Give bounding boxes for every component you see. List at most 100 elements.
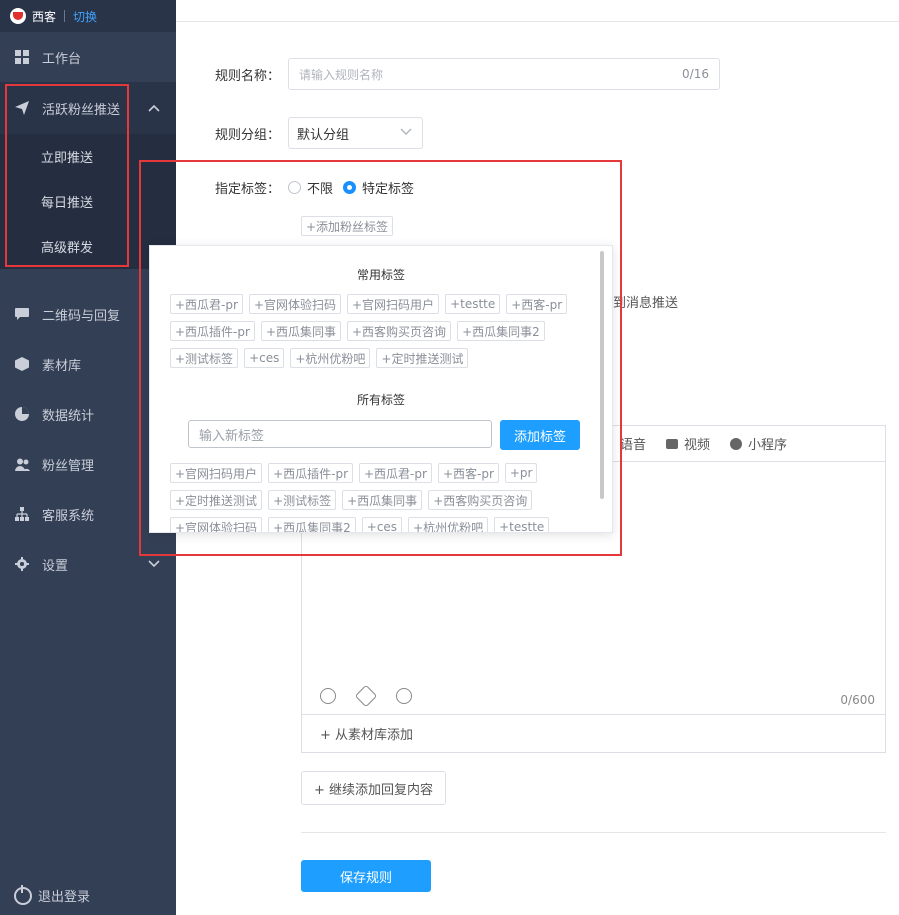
tool-mini-program[interactable]: 小程序 xyxy=(730,434,787,453)
tag-option[interactable]: +官网体验扫码 xyxy=(170,517,263,532)
logout-label: 退出登录 xyxy=(38,890,91,905)
tag-option[interactable]: +西瓜集同事2 xyxy=(268,517,356,532)
tag-option[interactable]: +定时推送测试 xyxy=(376,348,469,368)
tag-option[interactable]: +testte xyxy=(445,294,501,314)
form-divider xyxy=(301,832,886,833)
rule-name-label: 规则名称： xyxy=(214,68,280,84)
sidebar-item-label: 数据统计 xyxy=(42,408,95,424)
pie-chart-icon xyxy=(14,406,30,422)
continue-add-label: + 继续添加回复内容 xyxy=(313,782,434,798)
tag-option[interactable]: +ces xyxy=(361,517,403,532)
tool-video-label: 视频 xyxy=(684,438,711,453)
sidebar-item-label: 素材库 xyxy=(42,358,82,374)
add-tag-button[interactable]: 添加标签 xyxy=(500,420,580,450)
sidebar-item-settings[interactable]: 设置 xyxy=(0,539,176,589)
rule-name-input[interactable]: 请输入规则名称 0/16 xyxy=(288,58,720,90)
mini-link-icon[interactable] xyxy=(396,688,412,704)
rule-name-placeholder: 请输入规则名称 xyxy=(299,67,384,82)
header-divider xyxy=(176,21,899,22)
send-icon xyxy=(14,100,30,116)
chevron-down-icon xyxy=(148,557,160,571)
radio-specific-tag[interactable]: 特定标签 xyxy=(343,178,414,197)
add-from-library-label: + 从素材库添加 xyxy=(320,728,414,743)
tag-option[interactable]: +西客购买页咨询 xyxy=(347,321,452,341)
popover-scrollbar[interactable] xyxy=(600,251,604,499)
tag-option[interactable]: +ces xyxy=(244,348,285,368)
sitemap-icon xyxy=(14,506,30,522)
brand-separator xyxy=(64,10,66,22)
gear-icon xyxy=(14,556,30,572)
tag-option[interactable]: +杭州优粉吧 xyxy=(408,517,489,532)
tag-option[interactable]: +西客购买页咨询 xyxy=(428,490,533,510)
tag-picker-popover: 常用标签 +西瓜君-pr +官网体验扫码 +官网扫码用户 +testte +西客-pr +… xyxy=(149,245,613,533)
common-tags-title: 常用标签 xyxy=(356,268,405,282)
char-counter: 0/600 xyxy=(840,693,875,707)
chevron-up-icon xyxy=(148,101,160,115)
tag-option[interactable]: +西客-pr xyxy=(506,294,568,314)
tag-option[interactable]: +西瓜集同事2 xyxy=(457,321,545,341)
cube-icon xyxy=(14,356,30,372)
radio-unlimited[interactable]: 不限 xyxy=(288,178,333,197)
tag-option[interactable]: +官网扫码用户 xyxy=(347,294,440,314)
tag-option[interactable]: +定时推送测试 xyxy=(170,490,263,510)
rule-group-value: 默认分组 xyxy=(297,127,350,143)
mini-program-icon xyxy=(730,437,743,450)
tag-option[interactable]: +testte xyxy=(494,517,550,532)
tool-voice[interactable]: 语音 xyxy=(620,434,646,453)
tag-option[interactable]: +西瓜插件-pr xyxy=(170,321,255,341)
tag-row: 指定标签： 不限 特定标签 xyxy=(200,178,424,197)
tag-option[interactable]: +西瓜插件-pr xyxy=(268,463,353,483)
tag-option[interactable]: +pr xyxy=(504,463,538,483)
tag-option[interactable]: +官网体验扫码 xyxy=(248,294,341,314)
radio-label: 特定标签 xyxy=(362,182,415,197)
radio-circle-checked xyxy=(343,181,357,194)
tag-option[interactable]: +测试标签 xyxy=(268,490,337,510)
tag-option[interactable]: +西瓜集同事 xyxy=(342,490,423,510)
tag-option[interactable]: +西瓜君-pr xyxy=(170,294,243,314)
radio-label: 不限 xyxy=(307,182,334,197)
sidebar-subitem-instant-push[interactable]: 立即推送 xyxy=(0,134,176,179)
tool-mini-label: 小程序 xyxy=(748,438,788,453)
sidebar-item-label: 活跃粉丝推送 xyxy=(42,102,121,118)
editor-icon-row xyxy=(320,684,434,708)
tag-option[interactable]: +西客-pr xyxy=(437,463,499,483)
radio-circle xyxy=(288,181,301,194)
save-rule-button[interactable]: 保存规则 xyxy=(301,860,431,892)
tag-option[interactable]: +杭州优粉吧 xyxy=(290,348,371,368)
sidebar-item-label: 客服系统 xyxy=(42,508,95,524)
power-icon xyxy=(14,884,32,905)
tag-option[interactable]: +测试标签 xyxy=(170,348,239,368)
new-tag-input[interactable]: 输入新标签 xyxy=(188,420,492,448)
sidebar-item-workbench[interactable]: 工作台 xyxy=(0,32,176,82)
sidebar-item-label: 工作台 xyxy=(42,51,82,67)
sidebar-item-label: 二维码与回复 xyxy=(42,308,121,324)
continue-add-reply-button[interactable]: + 继续添加回复内容 xyxy=(301,771,446,805)
brand-logo-icon xyxy=(10,8,26,24)
rule-group-label: 规则分组： xyxy=(214,127,280,143)
emoji-icon[interactable] xyxy=(320,688,336,704)
grid-icon xyxy=(14,49,30,65)
rule-name-row: 规则名称： 请输入规则名称 0/16 xyxy=(200,58,720,90)
rule-name-counter: 0/16 xyxy=(682,67,709,81)
brand-name: 西客 xyxy=(32,9,57,24)
tag-option[interactable]: +西瓜集同事 xyxy=(260,321,341,341)
logout-button[interactable]: 退出登录 xyxy=(14,884,91,905)
tag-option[interactable]: +西瓜君-pr xyxy=(359,463,432,483)
tool-voice-label: 语音 xyxy=(620,438,647,453)
video-icon xyxy=(666,438,679,449)
users-icon xyxy=(14,456,30,472)
rule-group-select[interactable]: 默认分组 xyxy=(288,117,423,149)
brand-bar: 西客 切换 xyxy=(0,0,176,32)
tool-video[interactable]: 视频 xyxy=(666,434,710,453)
all-tags-title: 所有标签 xyxy=(356,393,405,407)
add-fan-tag-button[interactable]: +添加粉丝标签 xyxy=(301,216,394,236)
switch-account-link[interactable]: 切换 xyxy=(73,8,97,25)
common-tags-list: +西瓜君-pr +官网体验扫码 +官网扫码用户 +testte +西客-pr +西瓜插件-… xyxy=(170,294,590,368)
chevron-down-icon xyxy=(400,126,412,139)
all-tags-list: +官网扫码用户 +西瓜插件-pr +西瓜君-pr +西客-pr +pr +定时推送测试 +测… xyxy=(170,463,590,532)
tag-option[interactable]: +官网扫码用户 xyxy=(170,463,263,483)
link-icon[interactable] xyxy=(354,684,378,708)
sidebar-subitem-daily-push[interactable]: 每日推送 xyxy=(0,179,176,224)
sidebar-item-active-push[interactable]: 活跃粉丝推送 xyxy=(0,82,176,134)
add-from-library-button[interactable]: + 从素材库添加 xyxy=(302,714,885,752)
